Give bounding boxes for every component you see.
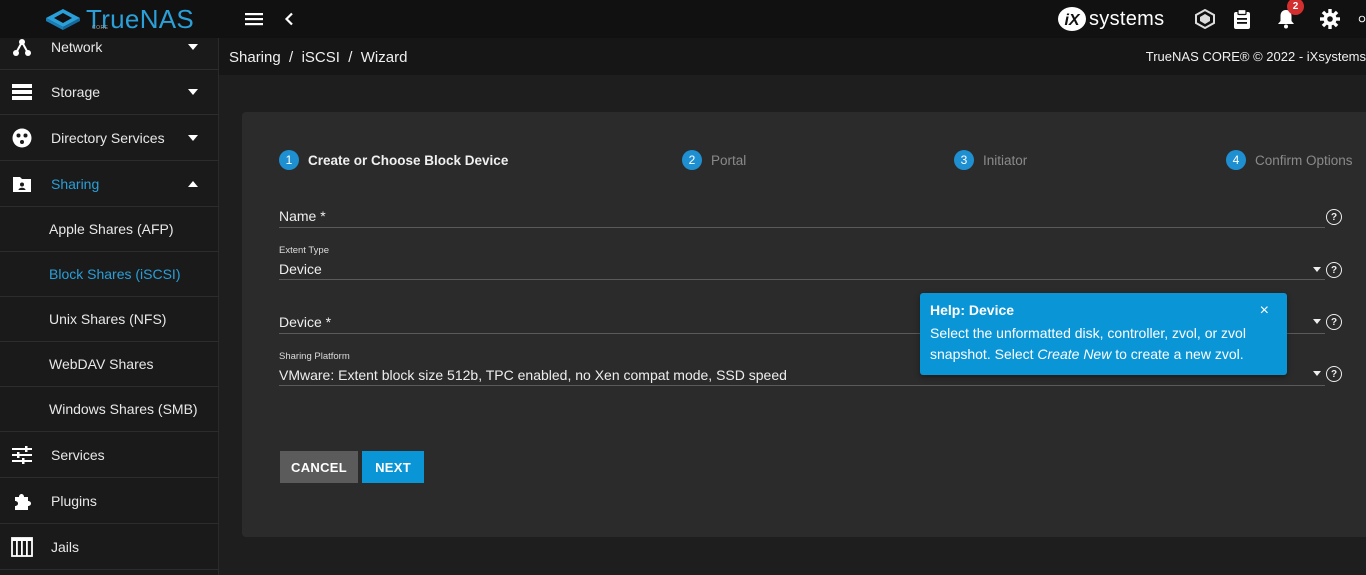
power-button[interactable] [1358, 6, 1366, 32]
close-icon[interactable]: × [1260, 302, 1269, 320]
extent-type-help-icon[interactable]: ? [1326, 262, 1342, 278]
device-dropdown-icon[interactable] [1313, 319, 1321, 324]
caret-down-icon [187, 41, 199, 53]
device-help-icon[interactable]: ? [1326, 314, 1342, 330]
ix-logo-icon: iX [1058, 7, 1086, 31]
gear-icon [1320, 9, 1340, 29]
sidebar-subitem-label: WebDAV Shares [49, 356, 154, 372]
power-icon [1358, 15, 1366, 23]
step-label: Create or Choose Block Device [308, 152, 509, 168]
services-icon [11, 444, 33, 466]
notification-count-badge: 2 [1287, 0, 1304, 15]
truecommand-button[interactable] [1194, 6, 1216, 32]
next-button[interactable]: NEXT [362, 451, 424, 483]
settings-button[interactable] [1319, 6, 1341, 32]
chevron-left-icon [284, 12, 293, 26]
breadcrumb-separator: / [348, 49, 353, 66]
sidebar-item-plugins[interactable]: Plugins [0, 479, 219, 524]
wizard-step-1[interactable]: 1 Create or Choose Block Device [279, 150, 508, 170]
breadcrumb: Sharing / iSCSI / Wizard [229, 49, 407, 66]
step-label: Confirm Options [1255, 152, 1353, 168]
breadcrumb-separator: / [289, 49, 294, 66]
help-tooltip: Help: Device × Select the unformatted di… [920, 293, 1287, 375]
sharing-platform-dropdown-icon[interactable] [1313, 371, 1321, 376]
jails-icon [11, 536, 33, 558]
sidebar-item-label: Storage [51, 84, 101, 100]
hamburger-icon [245, 13, 263, 26]
sidebar-subitem-label: Block Shares (iSCSI) [49, 266, 181, 282]
step-label: Portal [711, 152, 747, 168]
truecommand-icon [1195, 9, 1215, 29]
breadcrumb-item-iscsi[interactable]: iSCSI [302, 49, 340, 66]
collapse-button[interactable] [281, 6, 297, 32]
step-label: Initiator [983, 152, 1028, 168]
sidebar-item-label: Directory Services [51, 130, 165, 146]
sidebar-item-directory-services[interactable]: Directory Services [0, 116, 219, 161]
name-field-label: Name * [279, 208, 326, 224]
network-icon [11, 36, 33, 58]
sidebar-item-label: Jails [51, 539, 80, 555]
sidebar-subitem-iscsi[interactable]: Block Shares (iSCSI) [0, 252, 219, 297]
wizard-step-4[interactable]: 4 Confirm Options [1226, 150, 1353, 170]
plugins-icon [11, 490, 33, 512]
caret-down-icon [187, 132, 199, 144]
sharing-platform-help-icon[interactable]: ? [1326, 366, 1342, 382]
storage-icon [11, 81, 33, 103]
task-manager-button[interactable] [1231, 6, 1253, 32]
cancel-button[interactable]: CANCEL [280, 451, 358, 483]
breadcrumb-bar: Sharing / iSCSI / Wizard TrueNAS CORE® ©… [219, 38, 1366, 75]
step-number: 3 [954, 150, 974, 170]
caret-down-icon [187, 86, 199, 98]
breadcrumb-item-wizard: Wizard [360, 49, 408, 66]
directory-services-icon [11, 127, 33, 149]
extent-type-dropdown-icon[interactable] [1313, 267, 1321, 272]
sidebar-subitem-nfs[interactable]: Unix Shares (NFS) [0, 297, 219, 342]
clipboard-icon [1234, 9, 1250, 29]
sidebar-item-label: Plugins [51, 493, 97, 509]
sidebar-subitem-label: Apple Shares (AFP) [49, 221, 174, 237]
svg-text:iX: iX [1064, 12, 1080, 29]
sidebar-subitem-label: Windows Shares (SMB) [49, 401, 198, 417]
sidebar: Network Storage Directory Services Shari… [0, 38, 219, 575]
sidebar-item-storage[interactable]: Storage [0, 70, 219, 115]
sidebar-subitem-smb[interactable]: Windows Shares (SMB) [0, 387, 219, 432]
sidebar-subitem-afp[interactable]: Apple Shares (AFP) [0, 207, 219, 252]
ixsystems-logo[interactable]: iX systems [1057, 5, 1164, 33]
sidebar-item-network[interactable]: Network [0, 25, 219, 70]
sharing-platform-label: Sharing Platform [279, 351, 350, 362]
sidebar-item-services[interactable]: Services [0, 433, 219, 478]
tooltip-body: Select the unformatted disk, controller,… [930, 325, 1246, 362]
sidebar-item-label: Sharing [51, 176, 100, 192]
wizard-step-2[interactable]: 2 Portal [682, 150, 746, 170]
sidebar-subitem-label: Unix Shares (NFS) [49, 311, 167, 327]
sidebar-item-label: Services [51, 447, 105, 463]
extent-type-value: Device [279, 261, 322, 277]
sidebar-item-label: Network [51, 39, 103, 55]
name-field[interactable]: Name * [279, 196, 1325, 228]
extent-type-label: Extent Type [279, 245, 329, 256]
caret-up-icon [187, 178, 199, 190]
copyright-text: TrueNAS CORE® © 2022 - iXsystems [1145, 49, 1366, 64]
sharing-platform-value: VMware: Extent block size 512b, TPC enab… [279, 367, 787, 383]
wizard-step-3[interactable]: 3 Initiator [954, 150, 1027, 170]
step-number: 1 [279, 150, 299, 170]
step-number: 2 [682, 150, 702, 170]
tooltip-title: Help: Device [930, 302, 1015, 318]
breadcrumb-item-sharing[interactable]: Sharing [229, 49, 281, 66]
sidebar-item-sharing[interactable]: Sharing [0, 162, 219, 207]
step-number: 4 [1226, 150, 1246, 170]
extent-type-select[interactable]: Extent Type Device [279, 242, 1325, 280]
ixsystems-text: systems [1089, 7, 1165, 30]
sidebar-item-jails[interactable]: Jails [0, 525, 219, 570]
menu-toggle-button[interactable] [243, 6, 265, 32]
name-help-icon[interactable]: ? [1326, 209, 1342, 225]
device-field-label: Device * [279, 314, 332, 330]
sidebar-subitem-webdav[interactable]: WebDAV Shares [0, 342, 219, 387]
sharing-icon [11, 173, 33, 195]
tooltip-emphasis: Create New [1037, 346, 1112, 362]
